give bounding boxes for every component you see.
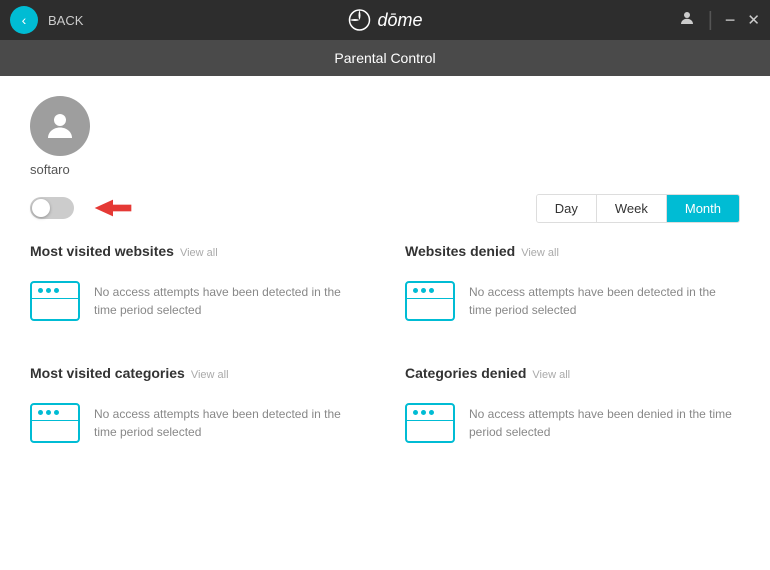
dot-1 <box>38 288 43 293</box>
section-title: Parental Control <box>334 50 435 66</box>
dot-7 <box>38 410 43 415</box>
back-circle-icon: ‹ <box>10 6 38 34</box>
browser-line-2 <box>407 298 453 299</box>
browser-icon-2 <box>405 281 455 321</box>
month-button[interactable]: Month <box>667 195 739 222</box>
most-visited-websites-empty: No access attempts have been detected in… <box>30 271 365 331</box>
dot-5 <box>421 288 426 293</box>
websites-denied-title: Websites denied View all <box>405 243 740 259</box>
categories-denied-view-all[interactable]: View all <box>532 369 570 381</box>
categories-denied-empty-text: No access attempts have been denied in t… <box>469 405 740 441</box>
section-header: Parental Control <box>0 40 770 76</box>
stats-grid: Most visited websites View all No access… <box>30 243 740 463</box>
categories-denied-empty: No access attempts have been denied in t… <box>405 393 740 453</box>
dot-6 <box>429 288 434 293</box>
dot-9 <box>54 410 59 415</box>
websites-denied-empty: No access attempts have been detected in… <box>405 271 740 331</box>
most-visited-categories-empty-text: No access attempts have been detected in… <box>94 405 365 441</box>
user-icon[interactable] <box>678 9 696 32</box>
dot-12 <box>429 410 434 415</box>
app-name: dōme <box>377 10 422 31</box>
most-visited-categories-section: Most visited categories View all No acce… <box>30 365 365 453</box>
main-content: softaro Day Week Month <box>0 76 770 570</box>
dot-2 <box>46 288 51 293</box>
categories-denied-section: Categories denied View all No access att… <box>405 365 740 453</box>
app-logo: dōme <box>347 8 422 32</box>
most-visited-categories-title: Most visited categories View all <box>30 365 365 381</box>
most-visited-categories-empty: No access attempts have been detected in… <box>30 393 365 453</box>
back-button[interactable]: ‹ BACK <box>10 6 83 34</box>
separator: | <box>708 9 713 32</box>
most-visited-websites-view-all[interactable]: View all <box>180 247 218 259</box>
title-bar: ‹ BACK dōme | − ✕ <box>0 0 770 40</box>
username: softaro <box>30 162 70 177</box>
categories-denied-title: Categories denied View all <box>405 365 740 381</box>
arrow-icon <box>88 193 138 223</box>
browser-icon-4 <box>405 403 455 443</box>
back-label: BACK <box>48 13 83 28</box>
user-profile: softaro <box>30 96 740 177</box>
arrow-indicator <box>88 193 138 223</box>
browser-line-4 <box>407 420 453 421</box>
browser-icon-1 <box>30 281 80 321</box>
dot-4 <box>413 288 418 293</box>
dot-10 <box>413 410 418 415</box>
websites-denied-empty-text: No access attempts have been detected in… <box>469 283 740 319</box>
most-visited-websites-section: Most visited websites View all No access… <box>30 243 365 331</box>
dot-8 <box>46 410 51 415</box>
close-button[interactable]: ✕ <box>747 11 760 29</box>
time-period-selector: Day Week Month <box>536 194 740 223</box>
websites-denied-view-all[interactable]: View all <box>521 247 559 259</box>
avatar-icon <box>42 108 78 144</box>
week-button[interactable]: Week <box>597 195 667 222</box>
dot-11 <box>421 410 426 415</box>
dot-3 <box>54 288 59 293</box>
day-button[interactable]: Day <box>537 195 597 222</box>
avatar <box>30 96 90 156</box>
browser-line-3 <box>32 420 78 421</box>
toggle-knob <box>32 199 50 217</box>
minimize-button[interactable]: − <box>725 10 736 31</box>
parental-control-toggle[interactable] <box>30 197 74 219</box>
dome-logo-icon <box>347 8 371 32</box>
most-visited-websites-title: Most visited websites View all <box>30 243 365 259</box>
most-visited-categories-view-all[interactable]: View all <box>191 369 229 381</box>
toggle-area <box>30 193 138 223</box>
window-controls: | − ✕ <box>678 9 760 32</box>
browser-line-1 <box>32 298 78 299</box>
websites-denied-section: Websites denied View all No access attem… <box>405 243 740 331</box>
most-visited-websites-empty-text: No access attempts have been detected in… <box>94 283 365 319</box>
browser-icon-3 <box>30 403 80 443</box>
controls-row: Day Week Month <box>30 193 740 223</box>
